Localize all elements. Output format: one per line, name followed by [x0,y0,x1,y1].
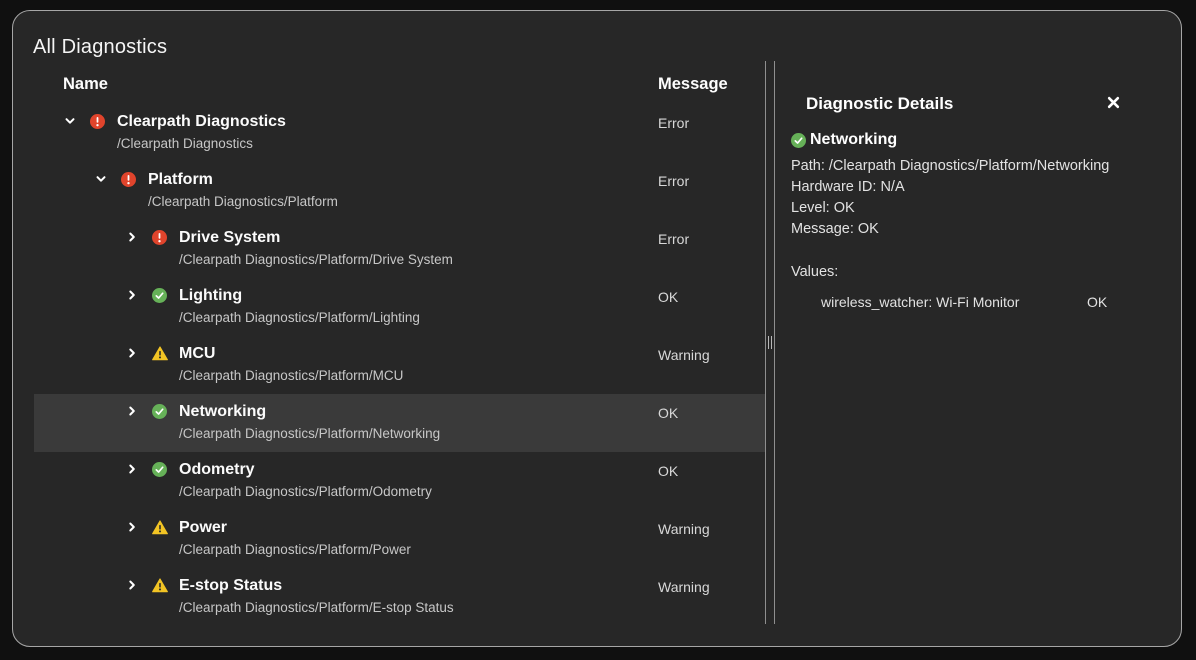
drag-grip-icon [768,336,772,349]
check-circle-icon [152,462,167,477]
row-path: /Clearpath Diagnostics/Platform [148,194,338,209]
detail-field: Hardware ID: N/A [791,177,1171,198]
tree-row[interactable]: Power /Clearpath Diagnostics/Platform/Po… [34,510,765,568]
chevron-right-icon[interactable] [125,521,139,533]
row-name: Power [179,519,411,536]
row-message: OK [658,463,678,479]
row-message: Error [658,231,689,247]
details-body: Networking Path: /Clearpath Diagnostics/… [791,131,1171,313]
row-name: Platform [148,171,338,188]
chevron-down-icon [64,115,76,127]
panel-resizer[interactable] [765,61,775,624]
details-item-name: Networking [810,131,897,149]
page-title: All Diagnostics [33,36,167,59]
value-row: wireless_watcher: Wi-Fi Monitor OK [791,292,1171,313]
tree-row[interactable]: Odometry /Clearpath Diagnostics/Platform… [34,452,765,510]
tree-row[interactable]: MCU /Clearpath Diagnostics/Platform/MCU … [34,336,765,394]
row-path: /Clearpath Diagnostics/Platform/Power [179,542,411,557]
row-message: Warning [658,579,710,595]
row-path: /Clearpath Diagnostics/Platform/Odometry [179,484,432,499]
row-name: Odometry [179,461,432,478]
chevron-right-icon [126,405,138,417]
close-details-button[interactable] [1104,93,1122,111]
row-message: OK [658,405,678,421]
tree-row[interactable]: Networking /Clearpath Diagnostics/Platfo… [34,394,765,452]
tree-row[interactable]: Lighting /Clearpath Diagnostics/Platform… [34,278,765,336]
details-title: Diagnostic Details [806,94,953,114]
row-path: /Clearpath Diagnostics/Platform/Lighting [179,310,420,325]
chevron-right-icon[interactable] [125,289,139,301]
column-header-name: Name [63,75,108,94]
row-message: OK [658,289,678,305]
row-message: Warning [658,347,710,363]
row-name: Networking [179,403,440,420]
chevron-right-icon[interactable] [125,231,139,243]
row-path: /Clearpath Diagnostics/Platform/E-stop S… [179,600,454,615]
row-name: Lighting [179,287,420,304]
row-path: /Clearpath Diagnostics [117,136,286,151]
tree-row[interactable]: Clearpath Diagnostics /Clearpath Diagnos… [34,104,765,162]
row-name: Clearpath Diagnostics [117,113,286,130]
chevron-down-icon [95,173,107,185]
diagnostic-details-panel: Diagnostic Details Networking Path: /Cle… [775,61,1181,624]
exclamation-circle-icon [152,230,167,245]
warning-triangle-icon [152,578,168,593]
tree-row[interactable]: E-stop Status /Clearpath Diagnostics/Pla… [34,568,765,624]
chevron-right-icon [126,289,138,301]
check-circle-icon [791,133,806,148]
detail-field: Level: OK [791,198,1171,219]
diagnostics-window: All Diagnostics Name Message Clearpath D… [12,10,1182,647]
row-message: Error [658,173,689,189]
chevron-right-icon [126,347,138,359]
row-path: /Clearpath Diagnostics/Platform/Networki… [179,426,440,441]
row-message: Error [658,115,689,131]
values-list: wireless_watcher: Wi-Fi Monitor OK [791,292,1171,313]
row-name: MCU [179,345,403,362]
chevron-down-icon[interactable] [94,173,108,185]
details-item: Networking [791,131,1171,149]
value-result: OK [1087,292,1107,313]
row-name: Drive System [179,229,453,246]
check-circle-icon [152,404,167,419]
diagnostics-tree: Clearpath Diagnostics /Clearpath Diagnos… [34,104,765,624]
close-icon [1107,96,1120,109]
detail-field: Message: OK [791,219,1171,240]
chevron-right-icon[interactable] [125,405,139,417]
exclamation-circle-icon [90,114,105,129]
exclamation-circle-icon [121,172,136,187]
row-name: E-stop Status [179,577,454,594]
detail-field: Path: /Clearpath Diagnostics/Platform/Ne… [791,156,1171,177]
warning-triangle-icon [152,520,168,535]
main-content: Name Message Clearpath Diagnostics /Clea… [34,61,1181,624]
tree-row[interactable]: Drive System /Clearpath Diagnostics/Plat… [34,220,765,278]
details-fields: Path: /Clearpath Diagnostics/Platform/Ne… [791,156,1171,240]
column-header-message: Message [658,75,728,94]
chevron-right-icon [126,521,138,533]
chevron-right-icon [126,463,138,475]
chevron-right-icon [126,579,138,591]
warning-triangle-icon [152,346,168,361]
row-path: /Clearpath Diagnostics/Platform/Drive Sy… [179,252,453,267]
diagnostics-tree-panel: Name Message Clearpath Diagnostics /Clea… [34,61,765,624]
chevron-right-icon[interactable] [125,463,139,475]
value-key: wireless_watcher: Wi-Fi Monitor [821,294,1019,310]
tree-row[interactable]: Platform /Clearpath Diagnostics/Platform… [34,162,765,220]
chevron-down-icon[interactable] [63,115,77,127]
chevron-right-icon[interactable] [125,579,139,591]
row-message: Warning [658,521,710,537]
check-circle-icon [152,288,167,303]
chevron-right-icon[interactable] [125,347,139,359]
chevron-right-icon [126,231,138,243]
row-path: /Clearpath Diagnostics/Platform/MCU [179,368,403,383]
values-label: Values: [791,262,1171,283]
